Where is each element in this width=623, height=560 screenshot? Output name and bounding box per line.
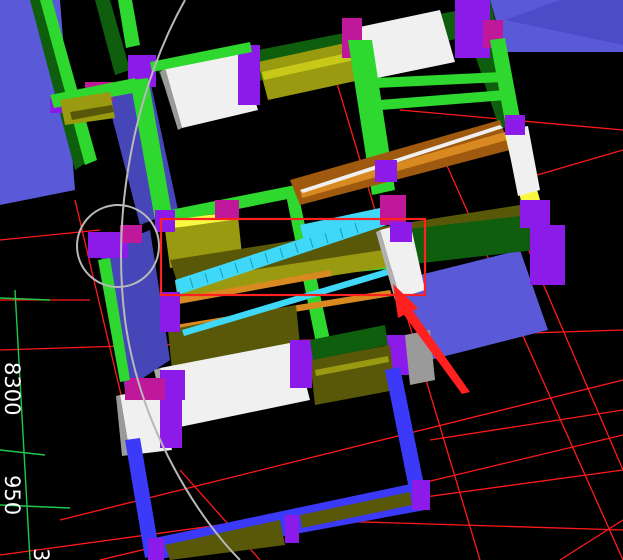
dimension-label-950: 950 — [0, 475, 24, 515]
green-axis-lines — [0, 289, 71, 560]
model-canvas[interactable]: 8300 950 3 — [0, 0, 623, 560]
cad-3d-viewport[interactable]: 8300 950 3 — [0, 0, 623, 560]
dimension-label-8300: 8300 — [0, 362, 24, 415]
white-blocks-top — [160, 10, 455, 130]
dimension-label-3: 3 — [29, 548, 53, 560]
